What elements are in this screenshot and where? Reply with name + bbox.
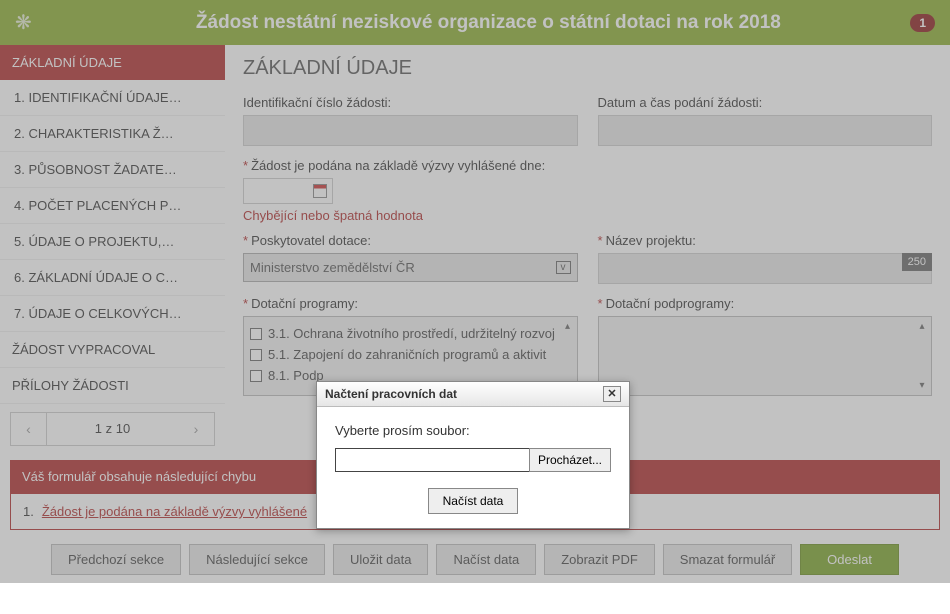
file-path-input[interactable] — [335, 448, 530, 472]
program-option-2[interactable]: 5.1. Zapojení do zahraničních programů a… — [250, 344, 571, 365]
sidebar-item-5[interactable]: 5. ÚDAJE O PROJEKTU,… — [0, 224, 225, 260]
clear-button[interactable]: Smazat formulář — [663, 544, 792, 575]
next-section-button[interactable]: Následující sekce — [189, 544, 325, 575]
submit-date-label: Datum a čas podání žádosti: — [598, 95, 933, 110]
scrollbar[interactable]: ▴▾ — [915, 321, 929, 391]
nazev-label: *Název projektu: — [598, 233, 933, 248]
error-count-badge[interactable]: 1 — [910, 14, 935, 32]
pager-next-button[interactable]: › — [178, 413, 214, 445]
page-title: ZÁKLADNÍ ÚDAJE — [243, 57, 932, 80]
sidebar-item-7[interactable]: 7. ÚDAJE O CELKOVÝCH… — [0, 296, 225, 332]
load-button[interactable]: Načíst data — [436, 544, 536, 575]
submit-date-input[interactable] — [598, 115, 933, 146]
vyzva-date-input[interactable] — [243, 178, 333, 204]
footer-toolbar: Předchozí sekce Následující sekce Uložit… — [0, 536, 950, 583]
browse-button[interactable]: Procházet... — [529, 448, 611, 472]
sidebar-item-4[interactable]: 4. POČET PLACENÝCH P… — [0, 188, 225, 224]
sidebar: ZÁKLADNÍ ÚDAJE 1. IDENTIFIKAČNÍ ÚDAJE… 2… — [0, 45, 225, 454]
chevron-down-icon: v — [556, 261, 571, 274]
sidebar-item-6[interactable]: 6. ZÁKLADNÍ ÚDAJE O C… — [0, 260, 225, 296]
logo-icon: ❋ — [15, 10, 32, 35]
app-title: Žádost nestátní neziskové organizace o s… — [42, 12, 935, 34]
modal-title: Načtení pracovních dat — [325, 387, 457, 401]
sidebar-section-vypracoval[interactable]: ŽÁDOST VYPRACOVAL — [0, 332, 225, 368]
podprogramy-label: *Dotační podprogramy: — [598, 296, 933, 311]
prev-section-button[interactable]: Předchozí sekce — [51, 544, 181, 575]
error-link[interactable]: Žádost je podána na základě výzvy vyhláš… — [42, 504, 307, 519]
file-prompt-label: Vyberte prosím soubor: — [335, 423, 611, 438]
sidebar-item-1[interactable]: 1. IDENTIFIKAČNÍ ÚDAJE… — [0, 80, 225, 116]
load-data-modal: Načtení pracovních dat ✕ Vyberte prosím … — [316, 381, 630, 529]
show-pdf-button[interactable]: Zobrazit PDF — [544, 544, 655, 575]
program-option-1[interactable]: 3.1. Ochrana životního prostředí, udržit… — [250, 323, 571, 344]
sidebar-item-2[interactable]: 2. CHARAKTERISTIKA Ž… — [0, 116, 225, 152]
pager-prev-button[interactable]: ‹ — [11, 413, 47, 445]
modal-titlebar[interactable]: Načtení pracovních dat ✕ — [317, 382, 629, 407]
id-input[interactable] — [243, 115, 578, 146]
save-button[interactable]: Uložit data — [333, 544, 428, 575]
checkbox-icon[interactable] — [250, 328, 262, 340]
id-label: Identifikační číslo žádosti: — [243, 95, 578, 110]
checkbox-icon[interactable] — [250, 370, 262, 382]
calendar-icon — [313, 184, 327, 198]
vyzva-error-text: Chybějící nebo špatná hodnota — [243, 208, 932, 223]
pager-label: 1 z 10 — [47, 413, 178, 445]
section-pager: ‹ 1 z 10 › — [10, 412, 215, 446]
checkbox-icon[interactable] — [250, 349, 262, 361]
sidebar-header: ZÁKLADNÍ ÚDAJE — [0, 45, 225, 80]
modal-close-button[interactable]: ✕ — [603, 386, 621, 402]
programy-label: *Dotační programy: — [243, 296, 578, 311]
poskytovatel-select[interactable]: Ministerstvo zemědělství ČR v — [243, 253, 578, 282]
load-data-button[interactable]: Načíst data — [428, 488, 519, 514]
podprogramy-listbox[interactable]: ▴▾ — [598, 316, 933, 396]
submit-button[interactable]: Odeslat — [800, 544, 899, 575]
sidebar-item-3[interactable]: 3. PŮSOBNOST ŽADATE… — [0, 152, 225, 188]
char-counter: 250 — [902, 253, 932, 271]
app-header: ❋ Žádost nestátní neziskové organizace o… — [0, 0, 950, 45]
vyzva-label: *Žádost je podána na základě výzvy vyhlá… — [243, 158, 932, 173]
poskytovatel-label: *Poskytovatel dotace: — [243, 233, 578, 248]
poskytovatel-value: Ministerstvo zemědělství ČR — [250, 260, 415, 275]
nazev-input[interactable] — [598, 253, 933, 284]
error-number: 1. — [23, 504, 34, 519]
sidebar-section-prilohy[interactable]: PŘÍLOHY ŽÁDOSTI — [0, 368, 225, 404]
